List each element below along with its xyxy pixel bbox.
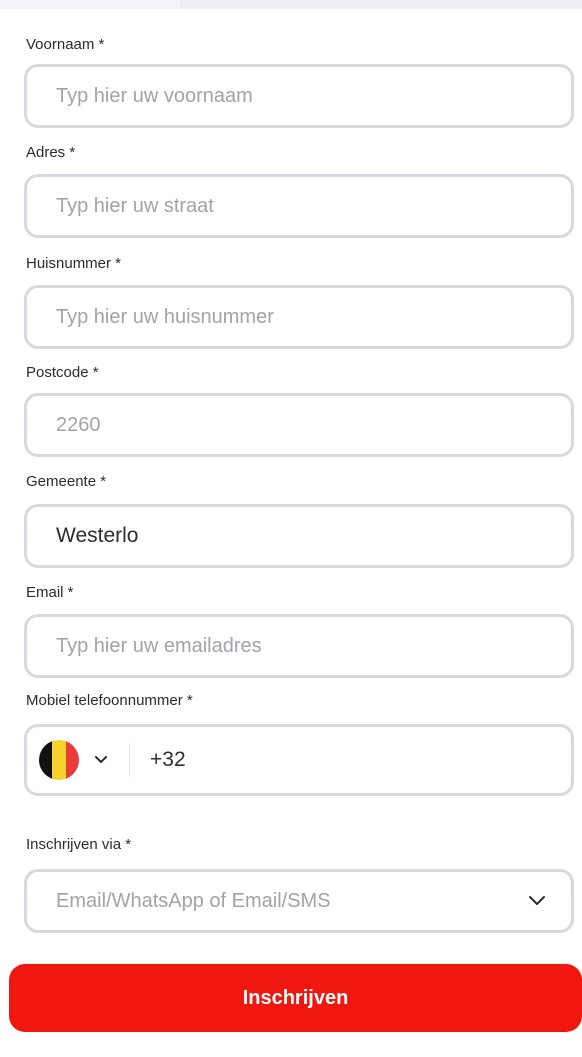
email-field[interactable]: Typ hier uw emailadres [24, 614, 574, 678]
belgium-flag-icon[interactable] [39, 740, 79, 780]
mobile-phone-field[interactable]: +32 [24, 724, 574, 796]
address-field[interactable]: Typ hier uw straat [24, 174, 574, 238]
country-code: +32 [150, 748, 186, 771]
postcode-label: Postcode * [26, 364, 99, 381]
municipality-label: Gemeente * [26, 473, 107, 490]
address-placeholder: Typ hier uw straat [56, 194, 214, 217]
chevron-down-icon[interactable] [528, 890, 546, 913]
postcode-placeholder: 2260 [56, 413, 101, 436]
signup-via-placeholder: Email/WhatsApp of Email/SMS [56, 889, 331, 912]
first-name-field[interactable]: Typ hier uw voornaam [24, 64, 574, 128]
house-number-field[interactable]: Typ hier uw huisnummer [24, 285, 574, 349]
phone-divider [129, 743, 130, 777]
email-placeholder: Typ hier uw emailadres [56, 634, 262, 657]
house-number-label: Huisnummer * [26, 255, 122, 272]
address-label: Adres * [26, 144, 76, 161]
signup-via-label: Inschrijven via * [26, 836, 132, 853]
first-name-label: Voornaam * [26, 36, 105, 53]
flag-yellow-stripe [52, 740, 66, 780]
email-label: Email * [26, 584, 74, 601]
house-number-placeholder: Typ hier uw huisnummer [56, 305, 274, 328]
flag-red-stripe [65, 740, 79, 780]
signup-form-card: Voornaam * Typ hier uw voornaam Adres * … [0, 9, 582, 1057]
submit-button[interactable]: Inschrijven [9, 964, 582, 1032]
signup-via-select[interactable]: Email/WhatsApp of Email/SMS [24, 869, 574, 933]
mobile-phone-label: Mobiel telefoonnummer * [26, 692, 193, 709]
municipality-value: Westerlo [56, 524, 139, 547]
municipality-field[interactable]: Westerlo [24, 504, 574, 568]
page-top-band [180, 0, 582, 9]
first-name-placeholder: Typ hier uw voornaam [56, 84, 253, 107]
postcode-field[interactable]: 2260 [24, 393, 574, 457]
chevron-down-icon[interactable] [93, 752, 109, 768]
flag-black-stripe [39, 740, 53, 780]
